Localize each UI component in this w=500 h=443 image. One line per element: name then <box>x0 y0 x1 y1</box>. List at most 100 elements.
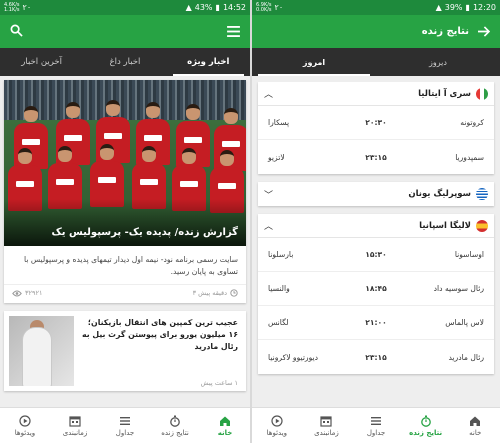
calendar-icon <box>69 415 81 427</box>
home-team: اوساسونا <box>454 250 484 259</box>
calendar-icon <box>320 415 333 427</box>
league-header[interactable]: ﹀ سوپرلیگ یونان <box>258 182 494 206</box>
news-feed: گزارش زنده/ پدیده یک- پرسپولیس یک سایت ر… <box>0 76 250 407</box>
nav-videos[interactable]: ویدئوها <box>0 408 50 443</box>
nav-live-results[interactable]: نتایج زنده <box>401 408 451 443</box>
home-team: رئال سوسیه داد <box>433 284 484 293</box>
tab-today[interactable]: امروز <box>252 48 376 76</box>
league-card: ︿ لالیگا اسپانیا بارسلونا ۱۵:۳۰ اوساسونا… <box>258 214 494 374</box>
tab-latest-news[interactable]: آخرین اخبار <box>0 48 83 76</box>
nav-schedule[interactable]: زمانبندی <box>302 408 352 443</box>
play-icon <box>271 414 283 427</box>
away-team: دیورتیوو لاکرونیا <box>268 352 319 362</box>
home-team: رئال مادرید <box>448 352 484 362</box>
home-team: کروتونه <box>460 118 484 127</box>
nav-tables[interactable]: جداول <box>351 408 401 443</box>
tab-special-news[interactable]: اخبار ویژه <box>167 48 250 76</box>
italy-flag-icon <box>476 87 488 100</box>
featured-news-title: گزارش زنده/ پدیده یک- پرسپولیس یک <box>4 199 246 246</box>
net-speed-down: 1.1K/s <box>4 6 20 13</box>
home-team: لاس پالماس <box>445 318 484 327</box>
net-speed-down: 0.0K/s <box>256 6 272 13</box>
nav-live-results[interactable]: نتایج زنده <box>150 408 200 443</box>
match-row[interactable]: لاتزیو ۲۳:۱۵ سمپدوریا <box>258 140 494 174</box>
match-row[interactable]: بارسلونا ۱۵:۳۰ اوساسونا <box>258 238 494 272</box>
match-time: ۲۱:۰۰ <box>365 318 387 327</box>
list-icon <box>120 416 130 425</box>
match-row[interactable]: والنسیا ۱۸:۴۵ رئال سوسیه داد <box>258 272 494 306</box>
views-count: ۳۲۹۲۱ <box>25 289 43 297</box>
match-time: ۲۳:۱۵ <box>365 352 387 362</box>
featured-news-card[interactable]: گزارش زنده/ پدیده یک- پرسپولیس یک سایت ر… <box>4 80 246 303</box>
nav-videos[interactable]: ویدئوها <box>252 408 302 443</box>
greece-flag-icon <box>476 188 488 200</box>
featured-news-summary: سایت رسمی برنامه نود- نیمه اول دیدار تیم… <box>24 255 238 276</box>
match-time: ۲۳:۱۵ <box>365 152 387 162</box>
league-name: لالیگا اسپانیا <box>419 220 471 231</box>
home-icon <box>470 416 481 426</box>
nav-schedule[interactable]: زمانبندی <box>50 408 100 443</box>
match-row[interactable]: دیورتیوو لاکرونیا ۲۳:۱۵ رئال مادرید <box>258 340 494 374</box>
league-card: ﹀ سوپرلیگ یونان <box>258 182 494 206</box>
signal-icon: ▲ <box>185 3 192 12</box>
status-bar: 4.6K/s 1.1K/s ۲۰ ▲ 43% ▮ 14:52 <box>0 0 250 15</box>
league-card: ︿ سری آ ایتالیا پسکارا ۲۰:۳۰ کروتونه لات… <box>258 82 494 174</box>
chevron-up-icon[interactable]: ︿ <box>264 87 273 100</box>
list-icon <box>371 416 382 425</box>
battery-level: 39% <box>444 3 463 12</box>
featured-news-meta: ۳۲۹۲۱ ۳ دقیقه پیش <box>4 284 246 303</box>
news-title: عجیب ترین کمپین های انتقال بازیکنان؛ ۱۶ … <box>81 318 238 351</box>
bottom-navigation: خانه نتایج زنده جداول زمانبندی ویدئوها <box>0 407 250 443</box>
published-time: ۳ دقیقه پیش <box>192 289 227 297</box>
match-time: ۱۵:۳۰ <box>365 250 387 259</box>
clock: 14:52 <box>222 3 246 12</box>
battery-icon: ▮ <box>465 3 470 12</box>
news-screen: 4.6K/s 1.1K/s ۲۰ ▲ 43% ▮ 14:52 آخرین اخبا… <box>0 0 250 443</box>
chevron-down-icon[interactable]: ﹀ <box>264 188 273 201</box>
nav-tables[interactable]: جداول <box>100 408 150 443</box>
chevron-up-icon[interactable]: ︿ <box>264 219 273 232</box>
spain-flag-icon <box>476 219 488 232</box>
match-time: ۱۸:۴۵ <box>365 284 387 293</box>
battery-level: 43% <box>194 3 213 12</box>
match-row[interactable]: لگانس ۲۱:۰۰ لاس پالماس <box>258 306 494 340</box>
league-list: ︿ سری آ ایتالیا پسکارا ۲۰:۳۰ کروتونه لات… <box>252 82 500 407</box>
clock-icon <box>230 289 238 297</box>
status-bar: 6.9K/s 0.0K/s ۲۰ ▲ 39% ▮ 12:20 <box>252 0 500 15</box>
tab-hot-news[interactable]: اخبار داغ <box>83 48 166 76</box>
away-team: پسکارا <box>268 118 290 127</box>
news-list-item[interactable]: عجیب ترین کمپین های انتقال بازیکنان؛ ۱۶ … <box>4 311 246 391</box>
away-team: بارسلونا <box>268 250 294 259</box>
day-tabs: امروز دیروز <box>252 48 500 76</box>
league-header[interactable]: ︿ سری آ ایتالیا <box>258 82 494 106</box>
battery-icon: ▮ <box>215 3 220 12</box>
notification-count: ۲۰ <box>22 3 32 12</box>
app-bar <box>0 15 250 48</box>
clock: 12:20 <box>472 3 496 12</box>
hamburger-menu-icon[interactable] <box>227 22 240 41</box>
bottom-navigation: خانه نتایج زنده جداول زمانبندی ویدئوها <box>252 407 500 443</box>
notification-count: ۲۰ <box>274 3 284 12</box>
league-name: سری آ ایتالیا <box>418 88 471 99</box>
match-time: ۲۰:۳۰ <box>365 118 387 127</box>
signal-icon: ▲ <box>435 3 442 12</box>
app-bar: نتایج زنده <box>252 15 500 48</box>
away-team: لگانس <box>268 318 289 327</box>
play-icon <box>19 414 31 427</box>
search-icon[interactable] <box>10 22 23 41</box>
team-photo: گزارش زنده/ پدیده یک- پرسپولیس یک <box>4 80 246 246</box>
league-header[interactable]: ︿ لالیگا اسپانیا <box>258 214 494 238</box>
match-row[interactable]: پسکارا ۲۰:۳۰ کروتونه <box>258 106 494 140</box>
news-tabs: آخرین اخبار اخبار داغ اخبار ویژه <box>0 48 250 76</box>
news-time: ۱ ساعت پیش <box>200 379 238 387</box>
stopwatch-icon <box>420 415 431 427</box>
tab-yesterday[interactable]: دیروز <box>376 48 500 76</box>
news-thumbnail <box>9 316 74 386</box>
nav-home[interactable]: خانه <box>200 408 250 443</box>
back-arrow-icon[interactable] <box>477 22 491 41</box>
home-team: سمپدوریا <box>455 152 484 162</box>
page-title: نتایج زنده <box>421 26 469 37</box>
eye-icon <box>12 290 22 296</box>
league-name: سوپرلیگ یونان <box>408 189 471 199</box>
nav-home[interactable]: خانه <box>450 408 500 443</box>
